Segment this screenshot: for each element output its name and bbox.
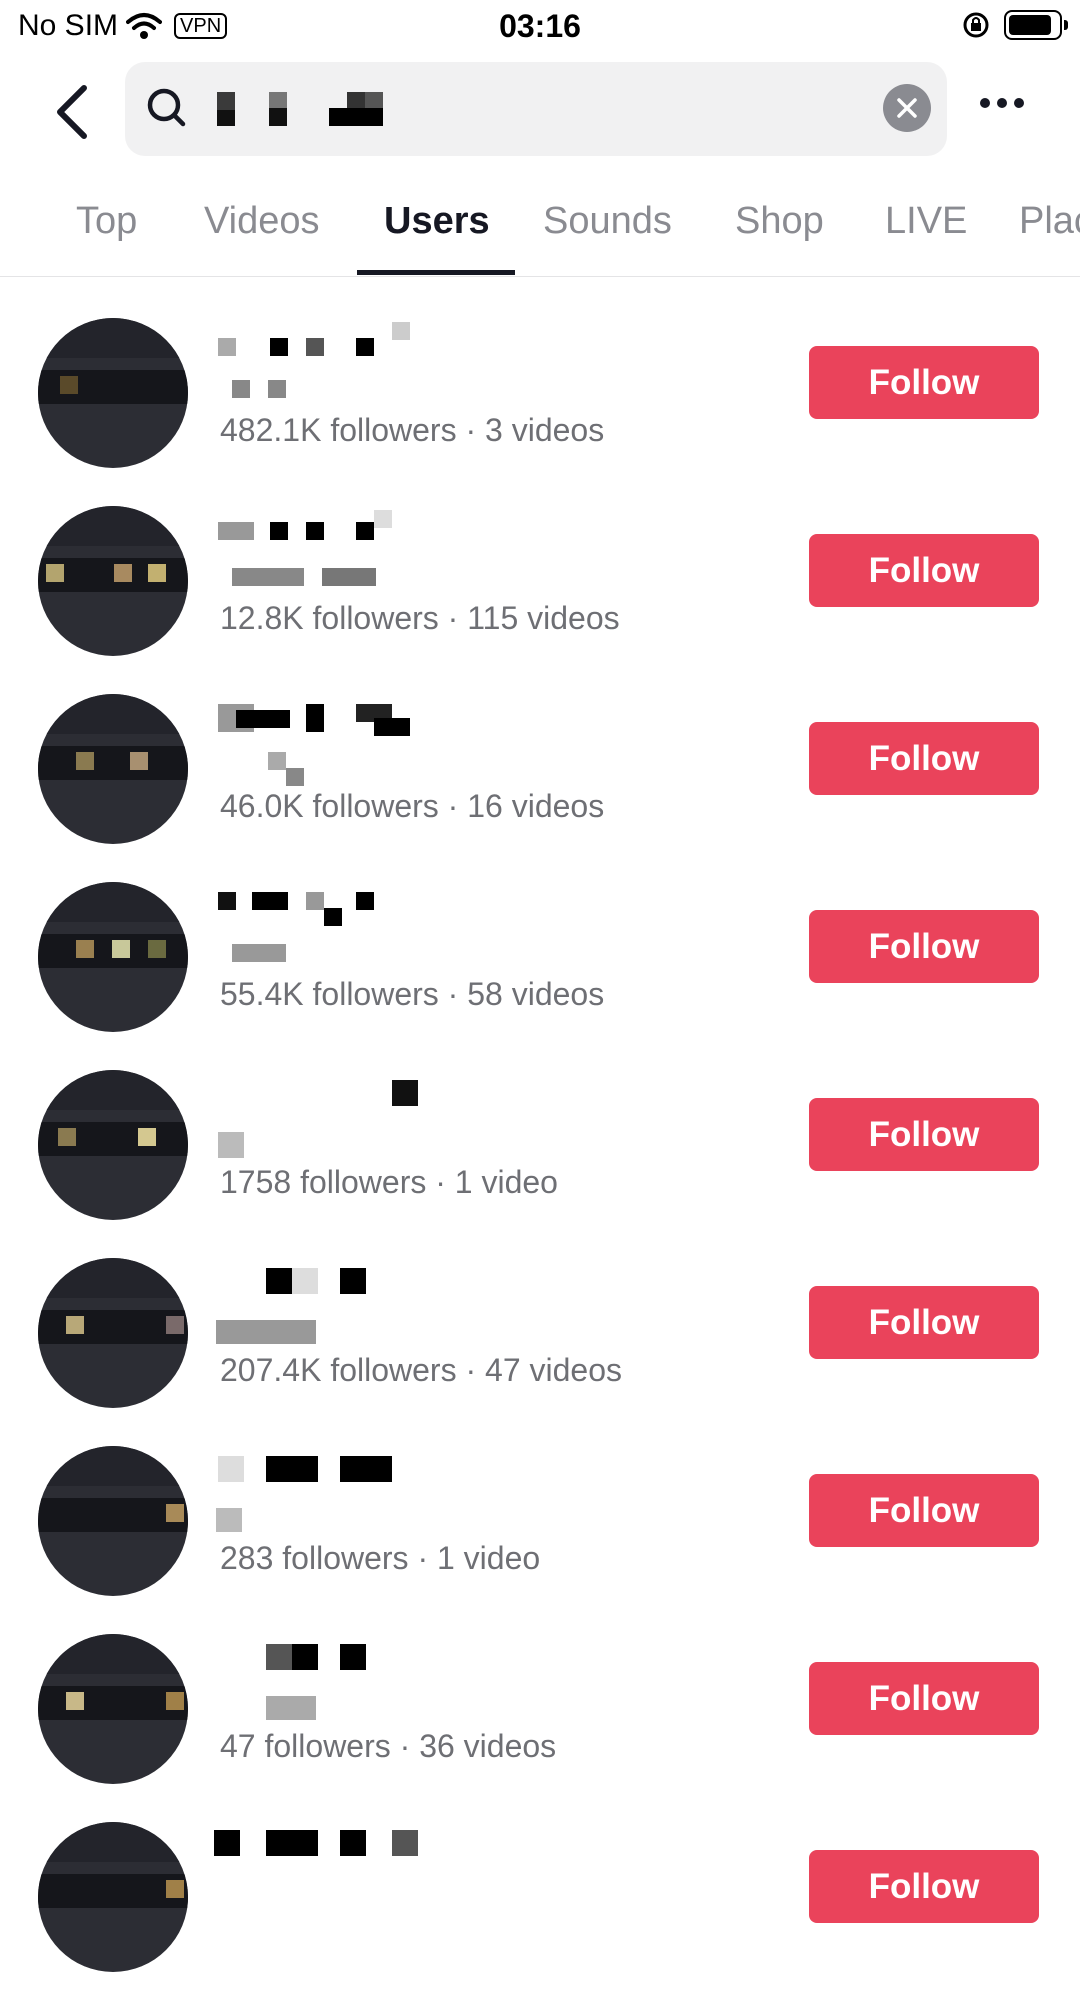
- tab-sounds[interactable]: Sounds: [543, 200, 672, 243]
- username-obscured: [218, 1268, 458, 1294]
- avatar[interactable]: [38, 318, 188, 468]
- follow-button[interactable]: Follow: [809, 910, 1039, 983]
- username-obscured: [218, 892, 458, 926]
- user-row[interactable]: 55.4K followers · 58 videos Follow: [0, 864, 1080, 1052]
- tab-live[interactable]: LIVE: [885, 200, 967, 243]
- status-bar: No SIM VPN 03:16: [0, 0, 1080, 52]
- follow-button[interactable]: Follow: [809, 1098, 1039, 1171]
- handle-obscured: [216, 1508, 352, 1532]
- user-row[interactable]: 283 followers · 1 video Follow: [0, 1428, 1080, 1616]
- tab-users[interactable]: Users: [384, 200, 490, 243]
- avatar[interactable]: [38, 882, 188, 1032]
- user-row[interactable]: 46.0K followers · 16 videos Follow: [0, 676, 1080, 864]
- username-obscured: [218, 322, 458, 356]
- tab-places[interactable]: Plac: [1019, 200, 1080, 243]
- avatar[interactable]: [38, 506, 188, 656]
- back-button[interactable]: [48, 82, 98, 142]
- username-obscured: [218, 1080, 458, 1106]
- dot: [1014, 98, 1024, 108]
- search-input[interactable]: [125, 62, 947, 156]
- user-row[interactable]: 1758 followers · 1 video Follow: [0, 1052, 1080, 1240]
- follow-button[interactable]: Follow: [809, 1662, 1039, 1735]
- status-right: [962, 10, 1068, 40]
- status-time: 03:16: [499, 8, 581, 44]
- orientation-lock-icon: [963, 12, 989, 38]
- dot: [997, 98, 1007, 108]
- user-stats: 47 followers · 36 videos: [220, 1728, 557, 1764]
- tab-shop[interactable]: Shop: [735, 200, 824, 243]
- follow-button[interactable]: Follow: [809, 1850, 1039, 1923]
- avatar[interactable]: [38, 1446, 188, 1596]
- handle-obscured: [232, 1696, 352, 1720]
- handle-obscured: [232, 380, 352, 398]
- user-stats: 283 followers · 1 video: [220, 1540, 541, 1576]
- user-row[interactable]: 482.1K followers · 3 videos Follow: [0, 300, 1080, 488]
- avatar[interactable]: [38, 1070, 188, 1220]
- user-stats: 55.4K followers · 58 videos: [220, 976, 605, 1012]
- active-tab-indicator: [357, 270, 515, 275]
- avatar[interactable]: [38, 1634, 188, 1784]
- username-obscured: [218, 1644, 458, 1670]
- avatar[interactable]: [38, 1258, 188, 1408]
- user-stats: 12.8K followers · 115 videos: [220, 600, 620, 636]
- user-row[interactable]: 47 followers · 36 videos Follow: [0, 1616, 1080, 1804]
- follow-button[interactable]: Follow: [809, 534, 1039, 607]
- handle-obscured: [232, 752, 352, 786]
- tab-top[interactable]: Top: [76, 200, 137, 243]
- handle-obscured: [216, 1320, 352, 1344]
- follow-button[interactable]: Follow: [809, 346, 1039, 419]
- tab-videos[interactable]: Videos: [204, 200, 320, 243]
- follow-button[interactable]: Follow: [809, 1286, 1039, 1359]
- user-row[interactable]: 12.8K followers · 115 videos Follow: [0, 488, 1080, 676]
- chevron-left-icon: [57, 85, 87, 139]
- handle-obscured: [218, 1132, 352, 1158]
- user-stats: 482.1K followers · 3 videos: [220, 412, 605, 448]
- user-stats: 1758 followers · 1 video: [220, 1164, 558, 1200]
- follow-button[interactable]: Follow: [809, 1474, 1039, 1547]
- clear-search-button[interactable]: [883, 84, 931, 132]
- handle-obscured: [232, 944, 352, 962]
- close-icon: [897, 98, 917, 118]
- username-obscured: [218, 704, 458, 736]
- search-tabs: Top Videos Users Sounds Shop LIVE Plac: [0, 178, 1080, 277]
- user-stats: 207.4K followers · 47 videos: [220, 1352, 622, 1388]
- battery-icon: [1004, 10, 1068, 40]
- user-row[interactable]: Follow: [0, 1804, 1080, 1992]
- follow-button[interactable]: Follow: [809, 722, 1039, 795]
- user-row[interactable]: 207.4K followers · 47 videos Follow: [0, 1240, 1080, 1428]
- username-obscured: [218, 1456, 458, 1482]
- search-icon: [147, 88, 186, 127]
- avatar[interactable]: [38, 694, 188, 844]
- username-obscured: [218, 510, 458, 540]
- user-stats: 46.0K followers · 16 videos: [220, 788, 605, 824]
- avatar[interactable]: [38, 1822, 188, 1972]
- handle-obscured: [232, 568, 376, 586]
- username-obscured: [214, 1830, 458, 1856]
- more-options-button[interactable]: [980, 98, 1024, 108]
- dot: [980, 98, 990, 108]
